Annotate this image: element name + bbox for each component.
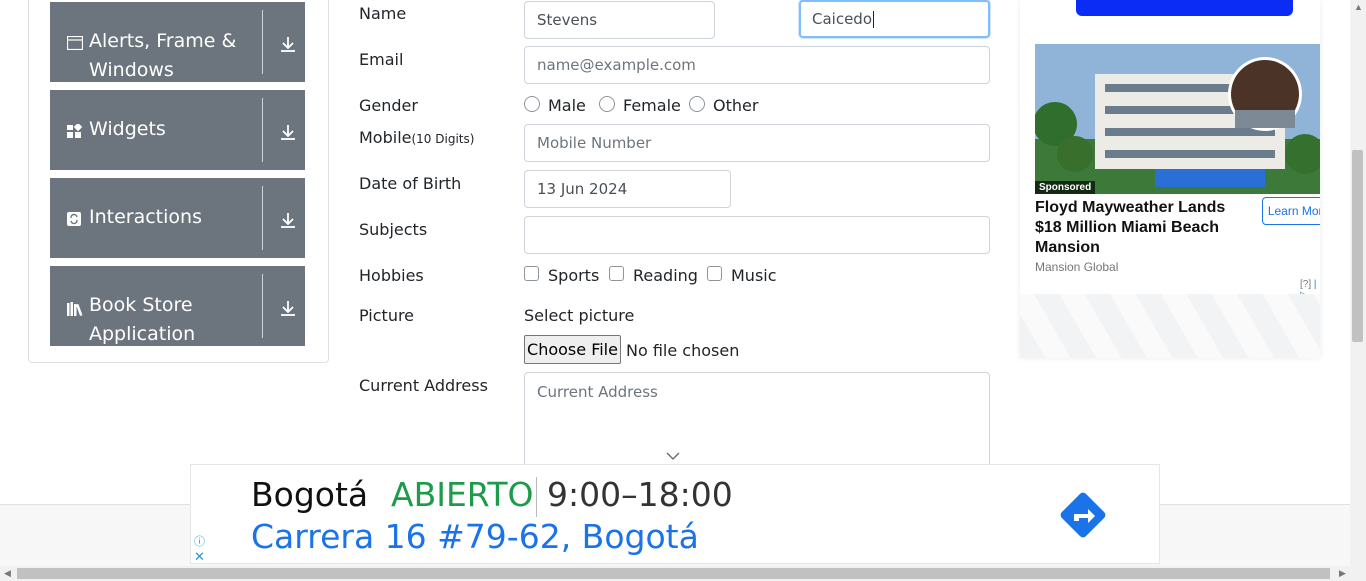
gender-male-label[interactable]: Male: [548, 96, 586, 115]
directions-icon[interactable]: [1057, 489, 1109, 541]
banner-hours: 9:00–18:00: [547, 475, 733, 514]
download-arrow-icon[interactable]: [279, 211, 297, 229]
subjects-input[interactable]: [524, 216, 990, 254]
chevron-down-icon: [666, 452, 680, 460]
ad-source: Mansion Global: [1035, 260, 1119, 274]
choose-file-button[interactable]: Choose File: [524, 335, 621, 364]
scroll-up-arrow[interactable]: ▲: [1354, 2, 1363, 12]
ad-choices-icon[interactable]: ⓘ: [194, 533, 205, 549]
last-name-input[interactable]: Caicedo: [799, 0, 990, 38]
hobby-music-checkbox[interactable]: [707, 266, 722, 281]
ad-background-pattern: [1020, 294, 1320, 358]
sidebar-group-alerts[interactable]: Alerts, Frame & Windows: [50, 2, 305, 82]
gender-other-radio[interactable]: [689, 96, 705, 112]
widgets-icon: [67, 124, 83, 138]
picture-label: Picture: [359, 306, 415, 325]
download-arrow-icon[interactable]: [279, 35, 297, 53]
gender-female-label[interactable]: Female: [623, 96, 681, 115]
name-label: Name: [359, 4, 407, 23]
sponsored-tag: Sponsored: [1035, 181, 1096, 194]
sponsored-ad[interactable]: ✕ Sponsored Floyd Mayweather Lands $18 M…: [1020, 0, 1320, 358]
scroll-right-arrow[interactable]: ▶: [1339, 568, 1346, 579]
hobbies-label: Hobbies: [359, 266, 424, 285]
hobby-sports-checkbox[interactable]: [524, 266, 539, 281]
first-name-input[interactable]: Stevens: [524, 1, 715, 39]
learn-more-button[interactable]: Learn More: [1262, 197, 1320, 225]
hobby-reading-checkbox[interactable]: [609, 266, 624, 281]
gender-other-label[interactable]: Other: [713, 96, 758, 115]
sidebar-group-label: Alerts, Frame & Windows: [89, 30, 237, 81]
download-arrow-icon[interactable]: [279, 123, 297, 141]
banner-city: Bogotá: [251, 475, 369, 514]
gender-male-radio[interactable]: [524, 96, 540, 112]
books-icon: [67, 302, 83, 316]
mobile-label: Mobile(10 Digits): [359, 128, 475, 147]
sidebar-group-book-store[interactable]: Book Store Application: [50, 266, 305, 346]
ad-image[interactable]: ✕ Sponsored: [1035, 44, 1320, 194]
email-input[interactable]: name@example.com: [524, 46, 990, 84]
sidebar-group-label: Widgets: [89, 118, 166, 140]
banner-open-status: ABIERTO: [391, 475, 534, 514]
sidebar-group-widgets[interactable]: Widgets: [50, 90, 305, 170]
mobile-hint: (10 Digits): [411, 132, 475, 146]
subjects-label: Subjects: [359, 220, 428, 239]
hobby-reading-label[interactable]: Reading: [633, 266, 698, 285]
scroll-left-arrow[interactable]: ◀: [4, 568, 11, 579]
file-status: No file chosen: [626, 341, 740, 360]
hobby-music-label[interactable]: Music: [731, 266, 777, 285]
banner-address[interactable]: Carrera 16 #79-62, Bogotá: [251, 517, 699, 556]
location-ad-banner[interactable]: Bogotá ABIERTO 9:00–18:00 Carrera 16 #79…: [190, 464, 1160, 564]
hobby-sports-label[interactable]: Sports: [548, 266, 599, 285]
dob-input[interactable]: 13 Jun 2024: [524, 170, 731, 208]
window-icon: [67, 36, 83, 50]
mobile-input[interactable]: Mobile Number: [524, 124, 990, 162]
horizontal-scrollbar[interactable]: ◀ ▶: [0, 566, 1366, 581]
banner-close-icon[interactable]: ✕: [194, 549, 205, 565]
vertical-scrollbar[interactable]: ▲: [1350, 0, 1366, 566]
ad-banner-button[interactable]: [1076, 0, 1293, 16]
sidebar-group-label: Interactions: [89, 206, 202, 228]
horizontal-scroll-thumb[interactable]: [17, 568, 1330, 579]
gender-female-radio[interactable]: [599, 96, 615, 112]
dob-label: Date of Birth: [359, 174, 462, 193]
interactions-icon: [67, 212, 81, 226]
select-picture-label: Select picture: [524, 306, 635, 325]
download-arrow-icon[interactable]: [279, 299, 297, 317]
vertical-scroll-thumb[interactable]: [1352, 150, 1363, 342]
email-label: Email: [359, 50, 404, 69]
ad-title[interactable]: Floyd Mayweather Lands $18 Million Miami…: [1035, 198, 1250, 258]
current-address-label: Current Address: [359, 376, 488, 395]
gender-label: Gender: [359, 96, 418, 115]
sidebar-group-label: Book Store Application: [89, 294, 196, 345]
sidebar-group-interactions[interactable]: Interactions: [50, 178, 305, 258]
